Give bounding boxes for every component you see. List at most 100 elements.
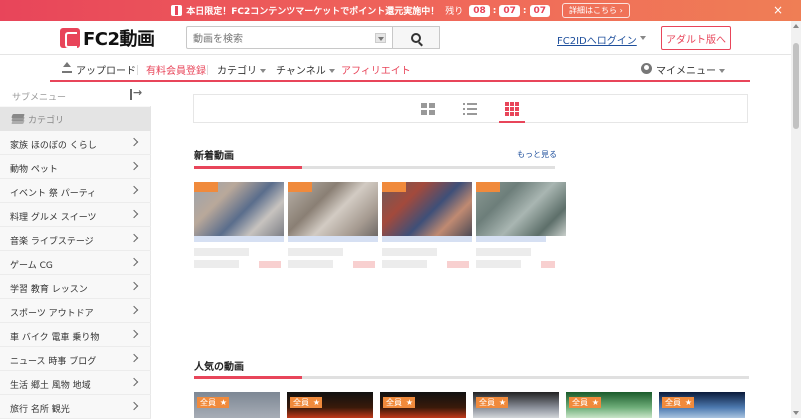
star-icon: ★ [590,397,601,408]
sidebar-item-cooking[interactable]: 料理 グルメ スイーツ [0,203,151,227]
chevron-right-icon [129,329,139,339]
scroll-up-icon[interactable] [793,24,799,28]
login-link[interactable]: FC2IDへログイン [557,32,637,47]
chevron-down-icon[interactable] [640,36,646,40]
sidebar-item-label: イベント 祭 パーティ [10,189,97,199]
search-dropdown-icon[interactable] [375,33,386,43]
nav-channel[interactable]: チャンネル [276,62,335,77]
popular-video-thumbnail[interactable]: 全員 ★ [194,392,280,418]
video-thumbnail[interactable] [194,182,284,236]
video-badge [288,182,312,192]
video-meta-placeholder [476,260,521,268]
tile-icon [505,102,519,116]
close-icon[interactable]: × [773,3,783,17]
sidebar-item-travel[interactable]: 旅行 名所 観光 [0,395,151,419]
grid-icon [421,103,435,115]
sidebar-item-animals[interactable]: 動物 ペット [0,155,151,179]
nav-affiliate[interactable]: アフィリエイト [341,62,411,77]
sidebar-item-label: 旅行 名所 観光 [10,405,70,415]
gift-icon [171,5,183,16]
nav-paid-member[interactable]: 有料会員登録 [146,62,206,77]
star-icon: ★ [404,397,415,408]
view-tile-button[interactable] [499,99,525,123]
category-header: カテゴリ [0,107,151,131]
new-videos-underline [194,166,555,169]
chevron-right-icon [129,233,139,243]
video-title-placeholder [382,236,472,242]
popular-video-thumbnail[interactable]: 全員 ★ [473,392,559,418]
sidebar-item-label: 生活 郷土 風物 地域 [10,381,91,391]
nav-my-menu[interactable]: マイメニュー [656,62,725,77]
more-link[interactable]: もっと見る [517,149,557,160]
star-icon: ★ [311,397,322,408]
popular-video-thumbnail[interactable]: 全員 ★ [287,392,373,418]
promo-remaining-label: 残り [445,7,464,17]
timer-seconds: 07 [529,4,551,17]
nav-category[interactable]: カテゴリ [217,62,266,77]
all-ages-badge: 全員 [290,397,312,408]
nav-my-menu-label: マイメニュー [656,66,716,77]
scrollbar-thumb[interactable] [793,43,799,129]
view-list-button[interactable] [459,99,481,121]
video-badge [382,182,406,192]
submenu-header: サブメニュー [0,84,151,106]
nav-channel-label: チャンネル [276,66,326,77]
sidebar-item-sports[interactable]: スポーツ アウトドア [0,299,151,323]
sidebar-item-label: ニュース 時事 ブログ [10,357,97,367]
adult-version-button[interactable]: アダルト版へ [661,26,731,50]
sidebar-item-label: 学習 教育 レッスン [10,285,88,295]
nav-category-label: カテゴリ [217,66,257,77]
scroll-down-icon[interactable] [793,411,799,415]
popular-video-thumbnail[interactable]: 全員 ★ [380,392,466,418]
chevron-right-icon [129,281,139,291]
chevron-right-icon [129,353,139,363]
chevron-right-icon [129,209,139,219]
sidebar: サブメニュー カテゴリ 家族 ほのぼの くらし 動物 ペット イベント 祭 パー… [0,84,151,419]
sidebar-item-label: 車 バイク 電車 乗り物 [10,333,100,343]
sidebar-item-games[interactable]: ゲーム CG [0,251,151,275]
view-grid-button[interactable] [417,99,439,121]
all-ages-badge: 全員 [476,397,498,408]
video-thumbnail[interactable] [382,182,472,236]
sidebar-item-vehicles[interactable]: 車 バイク 電車 乗り物 [0,323,151,347]
sidebar-item-local[interactable]: 生活 郷土 風物 地域 [0,371,151,395]
nav-upload[interactable]: アップロード [76,62,136,77]
video-thumbnail[interactable] [288,182,378,236]
popular-video-thumbnail[interactable]: 全員 ★ [566,392,652,418]
nav-divider [207,65,208,75]
sidebar-item-label: 家族 ほのぼの くらし [10,141,97,151]
timer-sep-1: : [492,5,497,16]
chevron-right-icon [129,257,139,267]
timer-minutes: 07 [499,4,520,17]
video-meta-placeholder [476,248,531,256]
promo-text: 本日限定！FC2コンテンツマーケットでポイント還元実施中！ [186,7,440,17]
collapse-sidebar-icon[interactable] [130,86,146,100]
sidebar-item-education[interactable]: 学習 教育 レッスン [0,275,151,299]
video-point-placeholder [447,261,469,268]
video-meta-placeholder [194,260,239,268]
chevron-down-icon [328,69,335,73]
sidebar-item-events[interactable]: イベント 祭 パーティ [0,179,151,203]
video-title-placeholder [194,236,284,242]
chevron-right-icon [129,305,139,315]
page-scrollbar[interactable] [791,21,801,418]
nav-underline [50,80,750,82]
main-nav: アップロード 有料会員登録 カテゴリ チャンネル アフィリエイト マイメニュー [0,56,801,82]
submenu-label: サブメニュー [12,93,67,103]
user-icon [641,63,652,74]
popular-video-thumbnail[interactable]: 全員 ★ [659,392,745,418]
search-button[interactable] [393,26,440,49]
video-meta-placeholder [288,248,343,256]
promo-banner[interactable]: 本日限定！FC2コンテンツマーケットでポイント還元実施中！ 残り 08: 07:… [0,0,801,21]
promo-details-button[interactable]: 詳細はこちら › [562,3,630,18]
search-input[interactable] [187,29,367,50]
video-meta-placeholder [382,248,437,256]
sidebar-item-family[interactable]: 家族 ほのぼの くらし [0,131,151,155]
sidebar-item-music[interactable]: 音楽 ライブステージ [0,227,151,251]
site-logo[interactable]: FC2動画 [60,26,155,50]
all-ages-badge: 全員 [383,397,405,408]
chevron-down-icon [260,69,266,73]
sidebar-item-news[interactable]: ニュース 時事 ブログ [0,347,151,371]
video-thumbnail[interactable] [476,182,566,236]
video-title-placeholder [476,236,546,242]
